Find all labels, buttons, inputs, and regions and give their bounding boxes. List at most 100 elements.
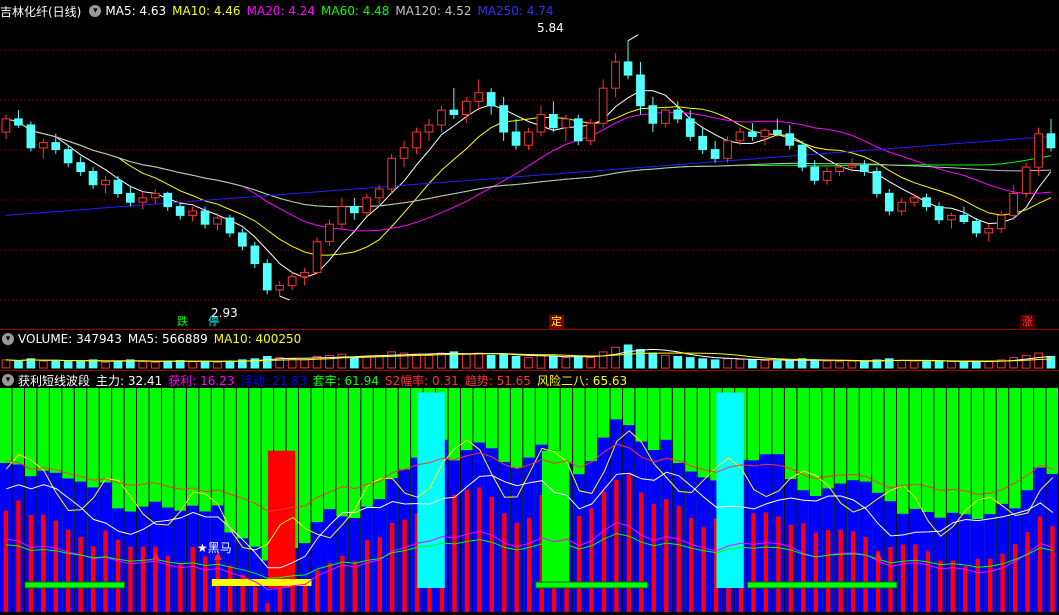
indicator-red-bar [489, 496, 494, 612]
ma60-label: MA60: 4.48 [321, 4, 390, 18]
candle [1009, 192, 1018, 216]
candle [63, 149, 73, 164]
kline-chart[interactable] [0, 0, 1059, 615]
indicator-red-bar [826, 530, 831, 612]
indicator-red-bar [265, 603, 270, 612]
candle [1046, 133, 1056, 149]
indicator-red-bar [838, 530, 843, 612]
indicator-name: 获利短线波段 [18, 373, 91, 388]
candle [872, 171, 882, 194]
indicator-red-bar [963, 566, 968, 612]
indicator-signal-bar [716, 392, 744, 588]
candle [1, 118, 11, 133]
candle [461, 100, 471, 116]
candle [611, 61, 620, 89]
volume-bar [524, 357, 533, 369]
volume-settings-icon[interactable]: ▾ [2, 333, 14, 345]
volume-bar [959, 361, 969, 369]
candle [972, 221, 981, 234]
candle [150, 192, 160, 199]
dark-horse-signal: ★黑马 [197, 541, 232, 555]
candle [685, 118, 695, 137]
indicator-red-bar [614, 479, 619, 612]
indicator-red-bar [390, 523, 395, 612]
candle [797, 144, 807, 168]
indicator-red-bar [763, 512, 769, 612]
volume-bar [748, 359, 757, 369]
volume-bar [760, 359, 770, 369]
indicator-red-bar [1012, 544, 1018, 612]
volume-bar [163, 360, 173, 369]
candle [947, 214, 956, 221]
volume-bar [262, 356, 272, 369]
volume-bar [710, 359, 720, 369]
candle [785, 133, 795, 146]
indicator-red-bar [16, 500, 21, 612]
volume-bar [673, 356, 683, 369]
candle [810, 166, 819, 181]
ma120-label: MA120: 4.52 [395, 4, 472, 18]
volume-ma5-label: MA5: 566889 [127, 332, 208, 346]
indicator-red-bar [103, 530, 108, 612]
volume-bar [773, 360, 782, 369]
indicator-red-bar [178, 562, 183, 612]
indicator-red-bar [576, 515, 582, 612]
volume-bar [76, 360, 86, 369]
volume-bar [573, 356, 583, 369]
indicator-red-bar [850, 531, 856, 612]
candle [362, 197, 372, 214]
indicator-red-bar [452, 494, 457, 612]
volume-bar [648, 352, 658, 369]
candle [959, 214, 969, 222]
volume-bar [723, 358, 732, 369]
volume-bar [150, 361, 160, 369]
volume-bar [785, 360, 795, 369]
candle [437, 109, 446, 126]
candle [573, 118, 583, 142]
volume-bar [934, 360, 944, 369]
ma20-label: MA20: 4.24 [246, 4, 315, 18]
indicator-red-bar [365, 539, 370, 612]
volume-bar [1046, 356, 1056, 369]
candle [909, 197, 919, 203]
indicator-red-bar [776, 516, 781, 612]
candle [374, 188, 384, 199]
volume-bar [225, 360, 235, 369]
stock-name: 吉林化纤(日线) [0, 4, 82, 19]
volume-bar [200, 360, 210, 369]
indicator-settings-icon[interactable]: ▾ [2, 374, 14, 386]
volume-bar [412, 353, 421, 369]
volume-bar [486, 354, 496, 369]
volume-bar [499, 353, 508, 369]
candle [511, 131, 521, 146]
indicator-red-bar [140, 546, 146, 612]
indicator-main-force: 主力: 32.41 [96, 373, 163, 388]
candle [922, 197, 931, 208]
candle [996, 214, 1006, 230]
volume-bar [175, 360, 185, 369]
candle [312, 241, 322, 273]
high-price-label: 5.84 [537, 21, 564, 35]
indicator-red-bar [689, 517, 694, 612]
candle [250, 245, 260, 265]
candle [897, 201, 907, 212]
candle [337, 206, 347, 225]
indicator-red-bar [701, 527, 706, 612]
volume-bar [101, 361, 110, 369]
volume-bar [549, 356, 558, 369]
volume-bar [561, 357, 571, 369]
indicator-red-bar [801, 523, 806, 612]
candle [835, 166, 844, 173]
candle [822, 171, 832, 181]
indicator-red-bar [477, 487, 482, 612]
volume-bar [63, 361, 73, 369]
price-settings-icon[interactable]: ▾ [89, 5, 102, 17]
indicator-red-bar [277, 587, 283, 612]
indicator-red-bar [626, 473, 632, 612]
indicator-red-bar [502, 513, 507, 612]
volume-bar [461, 353, 471, 369]
candle [51, 142, 61, 151]
volume-bar [437, 352, 446, 369]
indicator-red-bar [651, 504, 656, 612]
volume-bar [1, 359, 11, 369]
